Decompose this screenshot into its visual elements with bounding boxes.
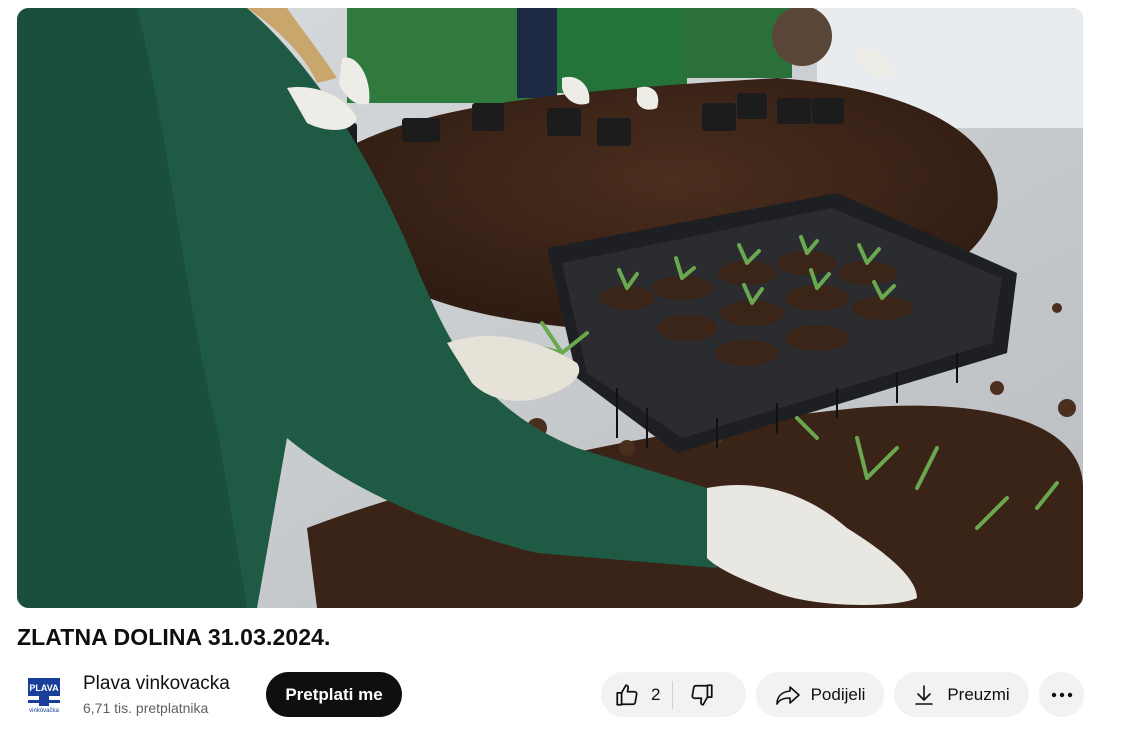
subscribe-button[interactable]: Pretplati me: [266, 672, 402, 717]
dislike-button[interactable]: [673, 672, 731, 717]
channel-info: Plava vinkovacka 6,71 tis. pretplatnika: [83, 673, 230, 718]
like-count: 2: [651, 684, 661, 704]
channel-logo-icon: PLAVA vinkovačka: [26, 676, 62, 714]
like-button[interactable]: 2: [601, 672, 672, 717]
video-title: ZLATNA DOLINA 31.03.2024.: [17, 624, 331, 650]
video-player[interactable]: [17, 8, 1083, 608]
channel-avatar[interactable]: PLAVA vinkovačka: [20, 671, 68, 719]
subscriber-count: 6,71 tis. pretplatnika: [83, 699, 209, 716]
thumbs-down-icon: [689, 682, 715, 708]
thumbs-up-icon: [614, 682, 640, 708]
download-icon: [913, 683, 935, 707]
download-label: Preuzmi: [947, 684, 1010, 704]
share-arrow-icon: [775, 683, 801, 707]
video-frame: [17, 8, 1083, 608]
svg-text:PLAVA: PLAVA: [29, 683, 59, 693]
more-actions-button[interactable]: [1039, 672, 1084, 717]
svg-text:vinkovačka: vinkovačka: [29, 708, 59, 714]
share-label: Podijeli: [810, 684, 866, 704]
download-button[interactable]: Preuzmi: [894, 672, 1029, 717]
more-horizontal-icon: [1051, 692, 1073, 698]
share-button[interactable]: Podijeli: [756, 672, 884, 717]
channel-name[interactable]: Plava vinkovacka: [83, 673, 230, 695]
like-dislike-group: 2: [601, 672, 746, 717]
channel-owner: PLAVA vinkovačka Plava vinkovacka 6,71 t…: [17, 672, 230, 718]
